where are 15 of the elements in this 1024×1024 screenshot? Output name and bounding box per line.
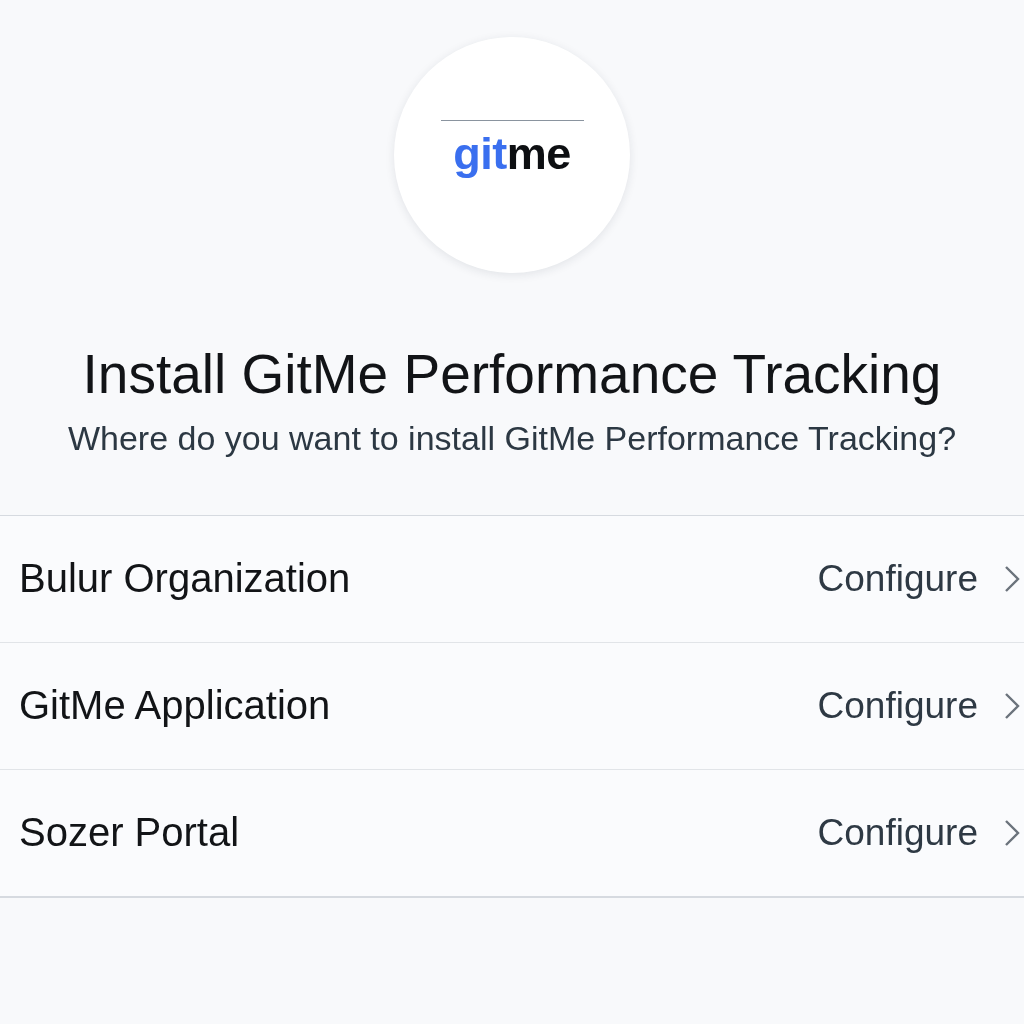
configure-button[interactable]: Configure <box>817 557 978 600</box>
target-name: GitMe Application <box>19 683 332 729</box>
configure-button[interactable]: Configure <box>817 684 978 727</box>
target-name: Sozer Portal <box>19 810 241 856</box>
chevron-right-icon <box>1004 818 1020 847</box>
configure-button[interactable]: Configure <box>817 811 978 854</box>
chevron-right-icon <box>1004 691 1020 720</box>
target-name: Bulur Organization <box>19 556 352 602</box>
page-title: Install GitMe Performance Tracking <box>82 342 942 407</box>
chevron-right-icon <box>1004 564 1020 593</box>
install-target-row[interactable]: GitMe Application Configure <box>0 641 1024 769</box>
page-subtitle: Where do you want to install GitMe Performance Tracking? <box>67 418 957 459</box>
install-target-row[interactable]: Sozer Portal Configure <box>0 768 1024 896</box>
install-target-row[interactable]: Bulur Organization Configure <box>0 515 1024 642</box>
logo-wordmark: gitme <box>453 131 571 176</box>
